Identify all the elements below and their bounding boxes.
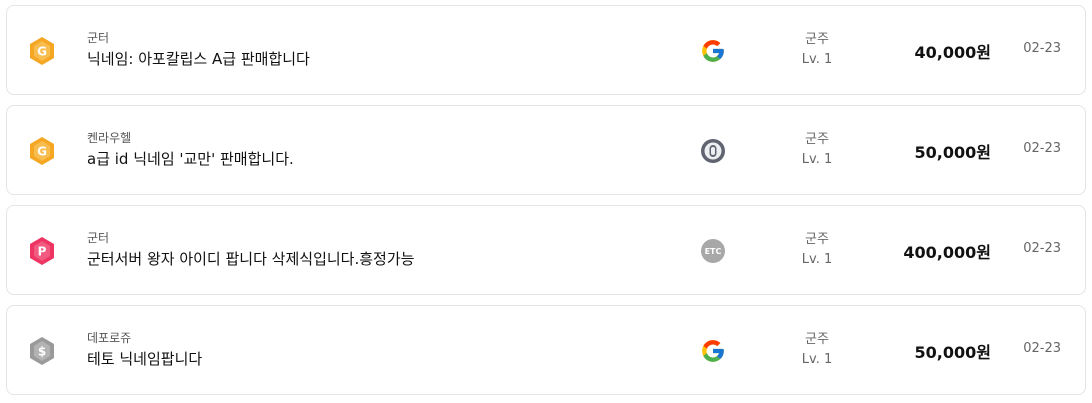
character-level: Lv. 1 — [801, 252, 833, 267]
listing-title[interactable]: 군터서버 왕자 아이디 팝니다 삭제식입니다.흥정가능 — [87, 248, 414, 270]
account-circle-icon — [701, 139, 725, 163]
listing-card[interactable]: $ 데포로쥬 테토 닉네임팝니다 군주 Lv. 1 50,000원 02-23 — [6, 305, 1086, 395]
listing-date: 02-23 — [1023, 141, 1061, 156]
server-name: 데포로쥬 — [87, 331, 132, 345]
character-job: 군주 — [805, 32, 829, 47]
character-job: 군주 — [805, 132, 829, 147]
character-level: Lv. 1 — [801, 352, 833, 367]
google-icon — [702, 40, 724, 62]
character-job: 군주 — [805, 332, 829, 347]
character-level: Lv. 1 — [801, 152, 833, 167]
listing-date: 02-23 — [1023, 341, 1061, 356]
google-icon — [702, 340, 724, 362]
gold-g-badge-icon: G — [30, 137, 54, 165]
listing-card[interactable]: P 군터 군터서버 왕자 아이디 팝니다 삭제식입니다.흥정가능 ETC 군주 … — [6, 205, 1086, 295]
server-name: 군터 — [87, 31, 110, 45]
server-name: 켄라우헬 — [87, 131, 132, 145]
svg-text:P: P — [38, 245, 47, 259]
etc-label: ETC — [705, 247, 722, 256]
price: 400,000원 — [903, 243, 991, 262]
character-job: 군주 — [805, 232, 829, 247]
listing-title[interactable]: a급 id 닉네임 '교만' 판매합니다. — [87, 148, 294, 170]
gold-g-badge-icon: G — [30, 37, 54, 65]
svg-text:G: G — [37, 145, 47, 159]
listing-title[interactable]: 테토 닉네임팝니다 — [87, 348, 202, 370]
listing-date: 02-23 — [1023, 41, 1061, 56]
listing-card[interactable]: G 군터 닉네임: 아포칼립스 A급 판매합니다 군주 Lv. 1 40,000… — [6, 5, 1086, 95]
listing-card[interactable]: G 켄라우헬 a급 id 닉네임 '교만' 판매합니다. 군주 Lv. 1 50… — [6, 105, 1086, 195]
pink-p-badge-icon: P — [30, 237, 54, 265]
gray-dollar-badge-icon: $ — [30, 337, 54, 365]
etc-icon: ETC — [701, 239, 725, 263]
server-name: 군터 — [87, 231, 110, 245]
character-level: Lv. 1 — [801, 52, 833, 67]
listing-title[interactable]: 닉네임: 아포칼립스 A급 판매합니다 — [87, 48, 310, 70]
listing-date: 02-23 — [1023, 241, 1061, 256]
listing-list: G 군터 닉네임: 아포칼립스 A급 판매합니다 군주 Lv. 1 40,000… — [0, 0, 1092, 403]
price: 50,000원 — [914, 343, 991, 362]
price: 50,000원 — [914, 143, 991, 162]
price: 40,000원 — [914, 43, 991, 62]
svg-text:$: $ — [38, 345, 46, 359]
svg-text:G: G — [37, 45, 47, 59]
